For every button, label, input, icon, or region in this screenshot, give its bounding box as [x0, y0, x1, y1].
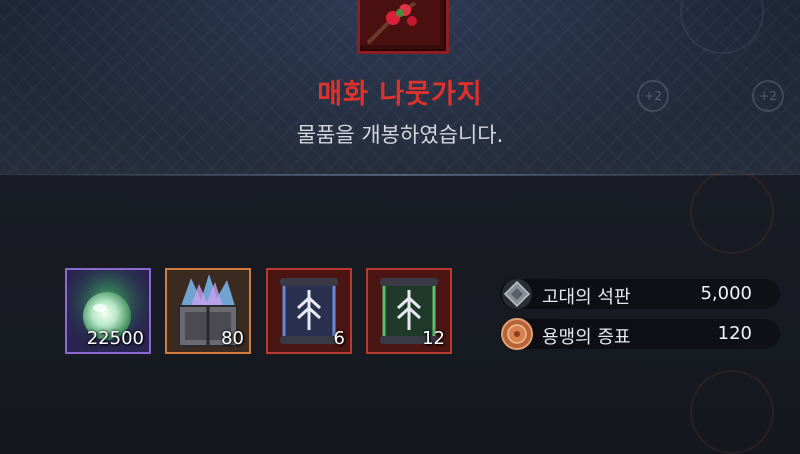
reward-slot-green-scroll[interactable]: 12 — [366, 268, 452, 354]
reward-slot-blue-scroll[interactable]: 6 — [266, 268, 352, 354]
reward-slot-chest[interactable]: 80 — [165, 268, 251, 354]
item-count: 22500 — [86, 328, 144, 349]
bg-decoration — [690, 170, 774, 254]
currency-value: 5,000 — [700, 283, 752, 304]
opened-message: 물품을 개봉하였습니다. — [296, 123, 504, 147]
plum-branch-icon — [360, 0, 440, 45]
item-count: 12 — [422, 328, 445, 349]
currency-label: 용맹의 증표 — [542, 327, 631, 348]
bronze-medal-icon — [501, 318, 533, 350]
currency-courage-token: 용맹의 증표 120 — [500, 318, 780, 350]
currency-value: 120 — [717, 323, 752, 344]
currency-label: 고대의 석판 — [542, 287, 631, 308]
item-count: 6 — [333, 328, 345, 349]
currency-ancient-tablet: 고대의 석판 5,000 — [500, 279, 780, 309]
bg-decoration — [690, 370, 774, 454]
item-name: 매화 나뭇가지 — [317, 79, 483, 110]
reward-slot-orb[interactable]: 22500 — [65, 268, 151, 354]
item-icon — [357, 0, 449, 54]
item-count: 80 — [221, 328, 244, 349]
stone-tablet-icon — [502, 279, 532, 309]
